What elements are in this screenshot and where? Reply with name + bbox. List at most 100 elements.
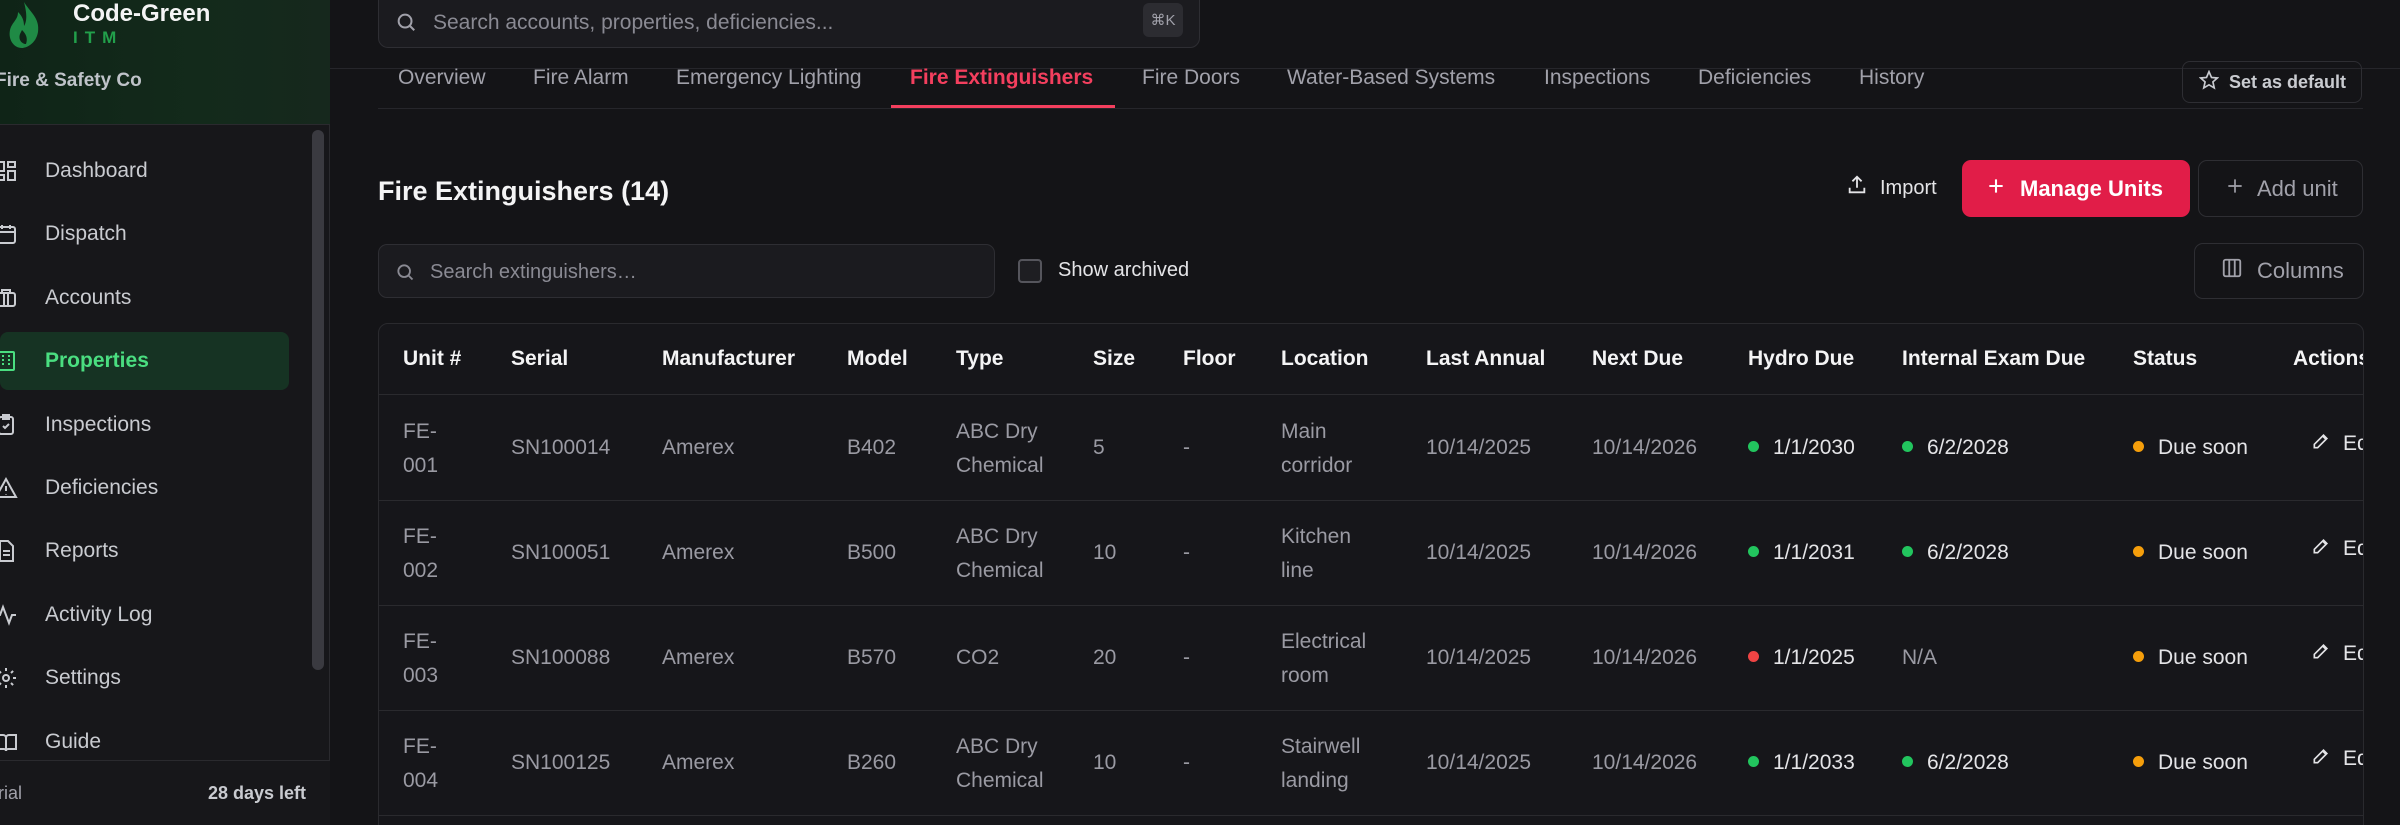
internal-exam-due-cell: N/A bbox=[1902, 641, 1937, 675]
sidebar: Code-Green ITM Fire & Safety Co Dashboar… bbox=[0, 0, 330, 825]
set-as-default-button[interactable]: Set as default bbox=[2182, 61, 2362, 103]
page-title: Fire Extinguishers (14) bbox=[378, 176, 670, 206]
tab-fire-doors[interactable]: Fire Doors bbox=[1142, 66, 1240, 90]
location-cell: Stairwell landing bbox=[1281, 730, 1360, 798]
tabs-divider bbox=[378, 108, 2363, 109]
add-unit-button[interactable]: Add unit bbox=[2198, 160, 2363, 217]
global-search-input[interactable]: Search accounts, properties, deficiencie… bbox=[378, 0, 1200, 48]
sidebar-item-label: Activity Log bbox=[45, 602, 153, 626]
model-cell-line: B500 bbox=[847, 541, 897, 564]
model-cell: B260 bbox=[847, 746, 896, 780]
column-header-hydro-due[interactable]: Hydro Due bbox=[1748, 347, 1854, 371]
column-header-internal-exam-due[interactable]: Internal Exam Due bbox=[1902, 347, 2085, 371]
tab-fire-alarm[interactable]: Fire Alarm bbox=[533, 66, 629, 90]
sidebar-scrollbar[interactable] bbox=[312, 130, 324, 670]
table-row[interactable]: FE- 001 SN100014 Amerex B402 ABC Dry Chemical 5… bbox=[379, 396, 2363, 501]
tab-inspections[interactable]: Inspections bbox=[1544, 66, 1650, 90]
extinguisher-search-input[interactable]: Search extinguishers… bbox=[378, 244, 995, 298]
sidebar-item-settings[interactable]: Settings bbox=[0, 649, 300, 707]
column-header-size[interactable]: Size bbox=[1093, 347, 1135, 371]
floor-cell: - bbox=[1183, 746, 1190, 780]
manufacturer-cell: Amerex bbox=[662, 746, 734, 780]
column-header-actions: Actions bbox=[2293, 347, 2364, 370]
tab-deficiencies[interactable]: Deficiencies bbox=[1698, 66, 1811, 90]
flame-logo-icon bbox=[4, 0, 44, 50]
sidebar-item-dashboard[interactable]: Dashboard bbox=[0, 142, 300, 200]
column-header-manufacturer[interactable]: Manufacturer bbox=[662, 347, 795, 371]
sidebar-item-accounts[interactable]: Accounts bbox=[0, 269, 300, 327]
edit-button[interactable]: Ed bbox=[2311, 746, 2363, 772]
column-header-location[interactable]: Location bbox=[1281, 347, 1369, 371]
column-header-type[interactable]: Type bbox=[956, 347, 1003, 371]
sidebar-item-label: Dashboard bbox=[45, 159, 148, 182]
column-header-serial[interactable]: Serial bbox=[511, 347, 568, 371]
sidebar-item-deficiencies[interactable]: Deficiencies bbox=[0, 459, 300, 517]
column-header-unit[interactable]: Unit # bbox=[403, 347, 461, 371]
next-due-cell: 10/14/2026 bbox=[1592, 431, 1697, 465]
unit-number-cell: FE- 001 bbox=[403, 415, 438, 483]
location-cell-line: landing bbox=[1281, 769, 1349, 792]
serial-cell: SN100051 bbox=[511, 536, 610, 570]
location-cell: Kitchen line bbox=[1281, 520, 1351, 588]
model-cell: B402 bbox=[847, 431, 896, 465]
tab-history[interactable]: History bbox=[1859, 66, 1924, 90]
status-badge-indicator-dot bbox=[2133, 650, 2144, 662]
brand-subtitle: ITM bbox=[73, 28, 124, 47]
floor-cell: - bbox=[1183, 641, 1190, 675]
tab-water-based-systems[interactable]: Water-Based Systems bbox=[1287, 66, 1495, 90]
floor-cell-line: - bbox=[1183, 436, 1190, 459]
column-header-floor[interactable]: Floor bbox=[1183, 347, 1236, 371]
model-cell-line: B570 bbox=[847, 646, 897, 669]
location-cell-line: line bbox=[1281, 559, 1314, 582]
import-button[interactable]: Import bbox=[1836, 160, 1946, 216]
warning-triangle-icon bbox=[0, 476, 18, 500]
tab-fire-extinguishers[interactable]: Fire Extinguishers bbox=[910, 66, 1093, 90]
manufacturer-cell-line: Amerex bbox=[662, 751, 735, 774]
type-cell-line: Chemical bbox=[956, 454, 1044, 477]
last-annual-cell-line: 10/14/2025 bbox=[1426, 541, 1532, 564]
table-row[interactable]: FE- 002 SN100051 Amerex B500 ABC Dry Chemical 1… bbox=[379, 501, 2363, 606]
status-badge-text: Due soon bbox=[2158, 751, 2248, 774]
extinguishers-table: Unit # Serial Manufacturer Model Type Si… bbox=[378, 323, 2364, 825]
show-archived-checkbox[interactable] bbox=[1018, 259, 1042, 283]
edit-label: Ed bbox=[2343, 432, 2363, 455]
column-header-next-due[interactable]: Next Due bbox=[1592, 347, 1683, 371]
company-name: Fire & Safety Co bbox=[0, 70, 142, 91]
table-row[interactable]: FE- 003 SN100088 Amerex B570 CO2 20 - Electrical… bbox=[379, 606, 2363, 711]
brand-name: Code-Green bbox=[73, 0, 211, 27]
edit-button[interactable]: Ed bbox=[2311, 641, 2363, 667]
serial-cell: SN100088 bbox=[511, 641, 610, 675]
model-cell: B500 bbox=[847, 536, 896, 570]
sidebar-item-properties[interactable]: Properties bbox=[0, 332, 289, 391]
hydro-due-cell: 1/1/2030 bbox=[1748, 431, 1855, 465]
last-annual-cell: 10/14/2025 bbox=[1426, 431, 1531, 465]
dashboard-icon bbox=[0, 159, 18, 183]
trial-days-left: 28 days left bbox=[207, 783, 306, 803]
tab-overview[interactable]: Overview bbox=[398, 66, 486, 90]
sidebar-item-inspections[interactable]: Inspections bbox=[0, 396, 300, 454]
internal-exam-due-cell-text: 6/2/2028 bbox=[1927, 751, 2009, 774]
column-header-last-annual[interactable]: Last Annual bbox=[1426, 347, 1545, 371]
tab-emergency-lighting[interactable]: Emergency Lighting bbox=[676, 66, 862, 90]
sidebar-item-reports[interactable]: Reports bbox=[0, 522, 300, 580]
status-badge-text: Due soon bbox=[2158, 646, 2248, 669]
sidebar-nav: Dashboard Dispatch Accounts Properties I… bbox=[0, 142, 300, 776]
next-due-cell: 10/14/2026 bbox=[1592, 536, 1697, 570]
location-cell-line: room bbox=[1281, 664, 1329, 687]
manage-units-button[interactable]: Manage Units bbox=[1962, 160, 2190, 217]
columns-button[interactable]: Columns bbox=[2194, 243, 2364, 299]
internal-exam-due-cell-text: 6/2/2028 bbox=[1927, 541, 2009, 564]
location-cell-line: Main bbox=[1281, 420, 1327, 443]
size-cell-line: 10 bbox=[1093, 541, 1117, 564]
pencil-icon bbox=[2311, 536, 2331, 562]
last-annual-cell-line: 10/14/2025 bbox=[1426, 751, 1532, 774]
columns-icon bbox=[2221, 257, 2243, 285]
edit-button[interactable]: Ed bbox=[2311, 536, 2363, 562]
column-header-status[interactable]: Status bbox=[2133, 347, 2197, 371]
unit-number-cell-line: FE- bbox=[403, 630, 437, 653]
sidebar-item-activity-log[interactable]: Activity Log bbox=[0, 586, 300, 644]
edit-button[interactable]: Ed bbox=[2311, 431, 2363, 457]
column-header-model[interactable]: Model bbox=[847, 347, 908, 371]
table-row[interactable]: FE- 004 SN100125 Amerex B260 ABC Dry Chemical 1… bbox=[379, 711, 2363, 816]
sidebar-item-dispatch[interactable]: Dispatch bbox=[0, 205, 300, 263]
